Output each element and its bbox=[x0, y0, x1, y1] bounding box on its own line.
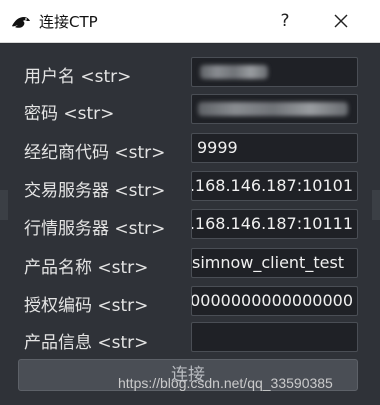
title-bar: 连接CTP ? bbox=[0, 0, 380, 43]
broker-id-label: 经纪商代码 <str> bbox=[24, 143, 166, 163]
close-button[interactable] bbox=[324, 6, 358, 36]
broker-id-value: 9999 bbox=[197, 138, 238, 157]
watermark: https://blog.csdn.net/qq_33590385 bbox=[118, 375, 333, 391]
trade-server-input[interactable]: 180.168.146.187:10101 bbox=[191, 171, 358, 201]
username-label: 用户名 <str> bbox=[24, 67, 132, 87]
product-name-input[interactable]: simnow_client_test bbox=[191, 248, 358, 278]
auth-code-label: 授权编码 <str> bbox=[24, 296, 149, 316]
username-input[interactable] bbox=[191, 57, 358, 87]
password-input[interactable] bbox=[191, 94, 358, 124]
md-server-input[interactable]: 180.168.146.187:10111 bbox=[191, 209, 358, 239]
masked-value bbox=[198, 102, 348, 116]
trade-server-value: 180.168.146.187:10101 bbox=[191, 176, 353, 195]
window-title: 连接CTP bbox=[39, 13, 98, 31]
close-icon bbox=[334, 14, 348, 28]
background-window-edge bbox=[372, 190, 380, 220]
help-button[interactable]: ? bbox=[270, 6, 300, 36]
product-info-label: 产品信息 <str> bbox=[24, 333, 149, 353]
trade-server-label: 交易服务器 <str> bbox=[24, 181, 166, 201]
bird-logo-icon bbox=[12, 17, 30, 28]
password-label: 密码 <str> bbox=[24, 104, 115, 124]
product-name-value: simnow_client_test bbox=[192, 253, 345, 272]
auth-code-input[interactable]: 0000000000000000 bbox=[191, 286, 358, 316]
md-server-value: 180.168.146.187:10111 bbox=[191, 214, 353, 233]
masked-value bbox=[200, 65, 268, 79]
product-name-label: 产品名称 <str> bbox=[24, 258, 149, 278]
product-info-input[interactable] bbox=[191, 322, 358, 352]
background-window-edge bbox=[0, 190, 8, 220]
auth-code-value: 0000000000000000 bbox=[191, 291, 353, 310]
md-server-label: 行情服务器 <str> bbox=[24, 219, 166, 239]
broker-id-input[interactable]: 9999 bbox=[191, 133, 358, 163]
